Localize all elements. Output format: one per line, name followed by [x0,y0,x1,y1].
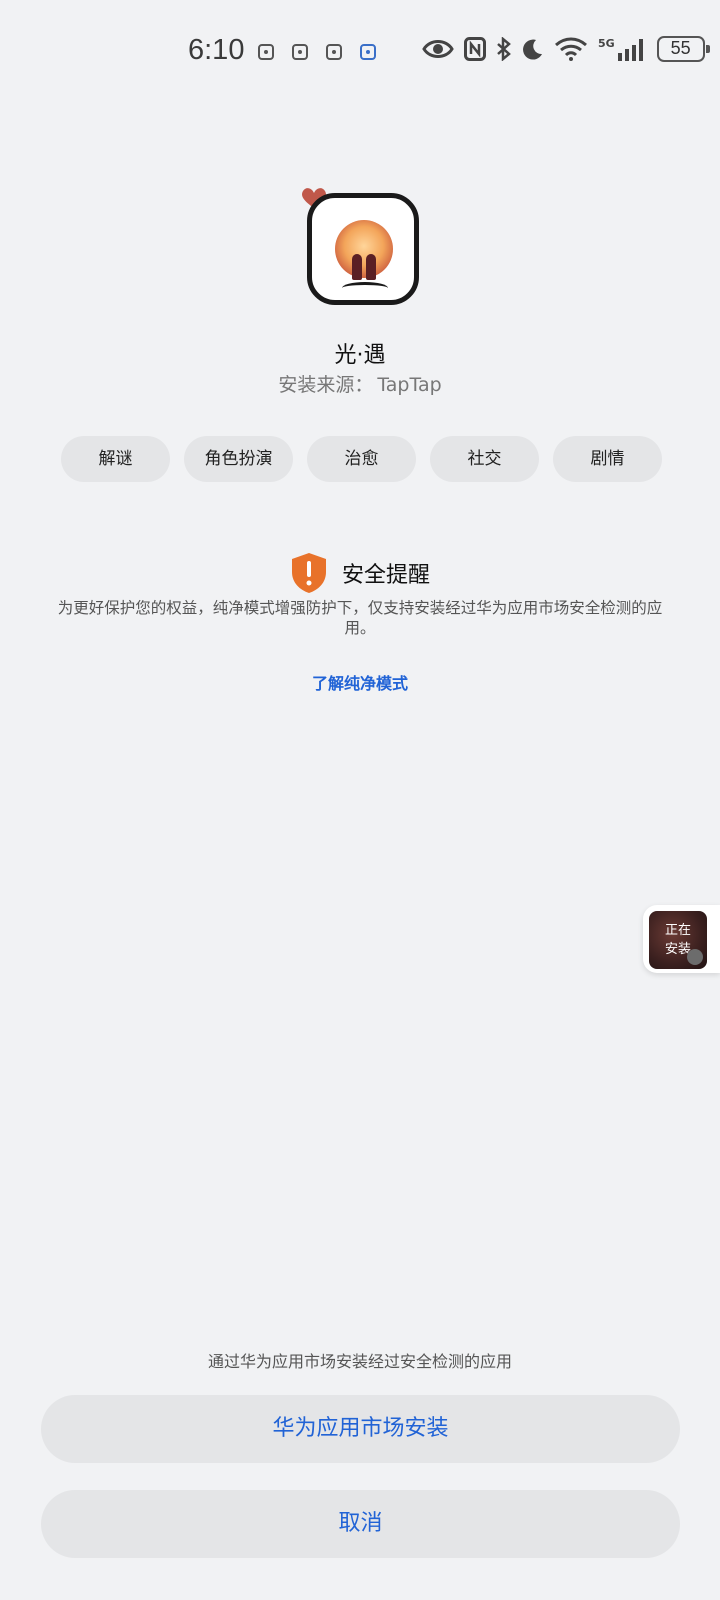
network-type-label: 5G [598,36,615,50]
cat-face-decoration [342,282,388,294]
app-notification-icon [326,44,342,60]
installing-app-thumbnail: 正在 安装 [649,911,707,969]
install-screen: 6:10 5G 55 光·遇 安装来源： TapTap 解谜 角色扮演 治愈 社… [0,0,720,1600]
app-icon [307,193,419,305]
notification-icons [258,44,376,60]
signal-icon [617,39,643,61]
app-artwork [335,220,393,280]
eye-icon [422,40,454,58]
app-notification-icon [258,44,274,60]
bottom-note: 通过华为应用市场安装经过安全检测的应用 [207,1352,512,1371]
security-header: 安全提醒 [0,552,720,594]
nfc-icon [464,37,486,61]
app-notification-icon [360,44,376,60]
security-message: 为更好保护您的权益，纯净模式增强防护下，仅支持安装经过华为应用市场安全检测的应用… [57,599,663,637]
battery-level: 55 [670,38,691,58]
cancel-button[interactable]: 取消 [41,1490,680,1558]
app-name: 光·遇 [334,343,386,368]
app-tags: 解谜 角色扮演 治愈 社交 剧情 [61,436,662,482]
system-icons: 5G 55 [422,36,710,62]
status-bar: 6:10 5G 55 [0,30,720,78]
installing-label-line1: 正在 [664,923,691,938]
wifi-icon [555,37,587,61]
status-time: 6:10 [188,34,245,66]
tag-chip: 角色扮演 [184,436,293,482]
progress-icon [687,949,703,965]
tag-chip: 社交 [430,436,539,482]
install-source: 安装来源： TapTap [0,370,720,397]
moon-icon [523,39,542,60]
tag-chip: 剧情 [553,436,662,482]
install-source-value: TapTap [377,374,442,396]
install-source-label: 安装来源： [278,374,374,396]
learn-pure-mode-link[interactable]: 了解纯净模式 [0,670,720,694]
bluetooth-icon [497,37,511,61]
battery-icon: 55 [656,36,710,62]
tag-chip: 解谜 [61,436,170,482]
app-notification-icon [292,44,308,60]
appgallery-install-button[interactable]: 华为应用市场安装 [41,1395,680,1463]
warning-shield-icon [291,553,326,593]
security-title: 安全提醒 [341,563,430,588]
installing-floating-widget[interactable]: 正在 安装 [643,905,720,973]
tag-chip: 治愈 [307,436,416,482]
